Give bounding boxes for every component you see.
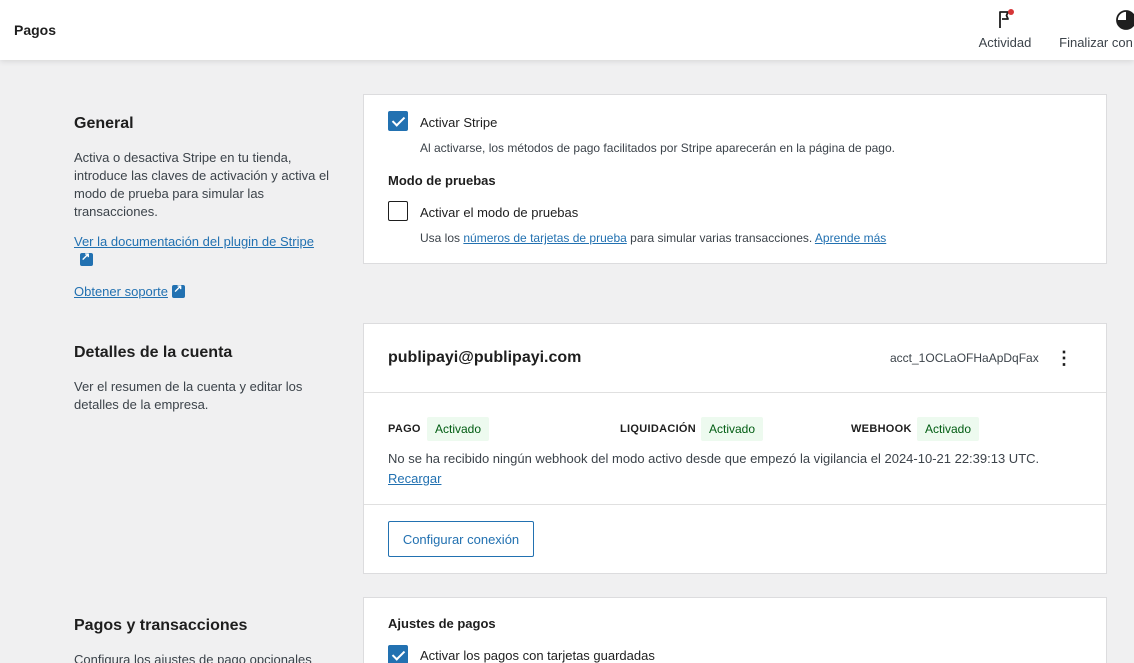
webhook-message: No se ha recibido ningún webhook del mod… (388, 451, 1040, 466)
general-card: Activar Stripe Al activarse, los métodos… (363, 94, 1107, 264)
stripe-docs-link[interactable]: Ver la documentación del plugin de Strip… (74, 234, 314, 249)
finish-setup-button[interactable]: Finalizar con (1054, 8, 1134, 50)
enable-stripe-help: Al activarse, los métodos de pago facili… (420, 141, 895, 155)
flag-icon (972, 8, 1038, 32)
test-mode-heading: Modo de pruebas (388, 173, 496, 188)
enable-stripe-checkbox[interactable] (388, 111, 408, 131)
saved-cards-label: Activar los pagos con tarjetas guardadas (420, 648, 655, 663)
configure-connection-button[interactable]: Configurar conexión (388, 521, 534, 557)
payments-section-label: Pagos y transacciones Configura los ajus… (74, 617, 339, 663)
enable-stripe-label: Activar Stripe (420, 115, 498, 130)
reload-link[interactable]: Recargar (388, 471, 441, 486)
account-email: publipayi@publipayi.com (388, 349, 582, 366)
general-description: Activa o desactiva Stripe en tu tienda, … (74, 150, 330, 219)
top-bar: Pagos Actividad Finalizar con (0, 0, 1134, 60)
kebab-icon[interactable]: ⋮ (1054, 346, 1074, 370)
stripe-docs-link-text: Ver la documentación del plugin de Strip… (74, 234, 314, 249)
finish-setup-label: Finalizar con (1059, 35, 1133, 50)
payments-card: Ajustes de pagos Activar los pagos con t… (363, 597, 1107, 663)
test-mode-help: Usa los números de tarjetas de prueba pa… (420, 231, 886, 245)
general-section-label: General Activa o desactiva Stripe en tu … (74, 115, 339, 301)
payments-description: Configura los ajustes de pago opcionales (74, 652, 312, 663)
payment-settings-heading: Ajustes de pagos (388, 616, 496, 631)
progress-circle-icon (1054, 8, 1134, 32)
saved-cards-checkbox[interactable] (388, 645, 408, 663)
test-mode-label: Activar el modo de pruebas (420, 205, 579, 220)
status-badge-payment: Activado (427, 417, 490, 441)
activity-button[interactable]: Actividad (972, 8, 1038, 50)
general-title: General (74, 115, 134, 132)
account-card: publipayi@publipayi.com acct_1OCLaOFHaAp… (363, 323, 1107, 574)
test-mode-checkbox[interactable] (388, 201, 408, 221)
support-link-text: Obtener soporte (74, 284, 168, 299)
test-help-middle: para simular varias transacciones. (630, 231, 813, 245)
account-title: Detalles de la cuenta (74, 344, 233, 361)
activity-label: Actividad (978, 35, 1032, 50)
test-help-prefix: Usa los (420, 231, 461, 245)
status-label-payout: LIQUIDACIÓN (620, 423, 697, 435)
learn-more-link[interactable]: Aprende más (815, 231, 886, 245)
account-id: acct_1OCLaOFHaApDqFax (890, 351, 1039, 365)
divider (364, 392, 1106, 393)
status-label-webhook: WEBHOOK (851, 423, 912, 435)
test-card-numbers-link[interactable]: números de tarjetas de prueba (463, 231, 626, 245)
status-badge-payout: Activado (701, 417, 764, 441)
divider (364, 504, 1106, 505)
status-badge-webhook: Activado (917, 417, 980, 441)
account-section-label: Detalles de la cuenta Ver el resumen de … (74, 344, 339, 414)
page-title: Pagos (14, 22, 57, 38)
payments-title: Pagos y transacciones (74, 617, 248, 634)
support-link[interactable]: Obtener soporte (74, 284, 168, 299)
status-label-payment: PAGO (388, 423, 421, 435)
external-link-icon (80, 250, 93, 266)
account-description: Ver el resumen de la cuenta y editar los… (74, 379, 303, 412)
external-link-icon (172, 282, 186, 298)
